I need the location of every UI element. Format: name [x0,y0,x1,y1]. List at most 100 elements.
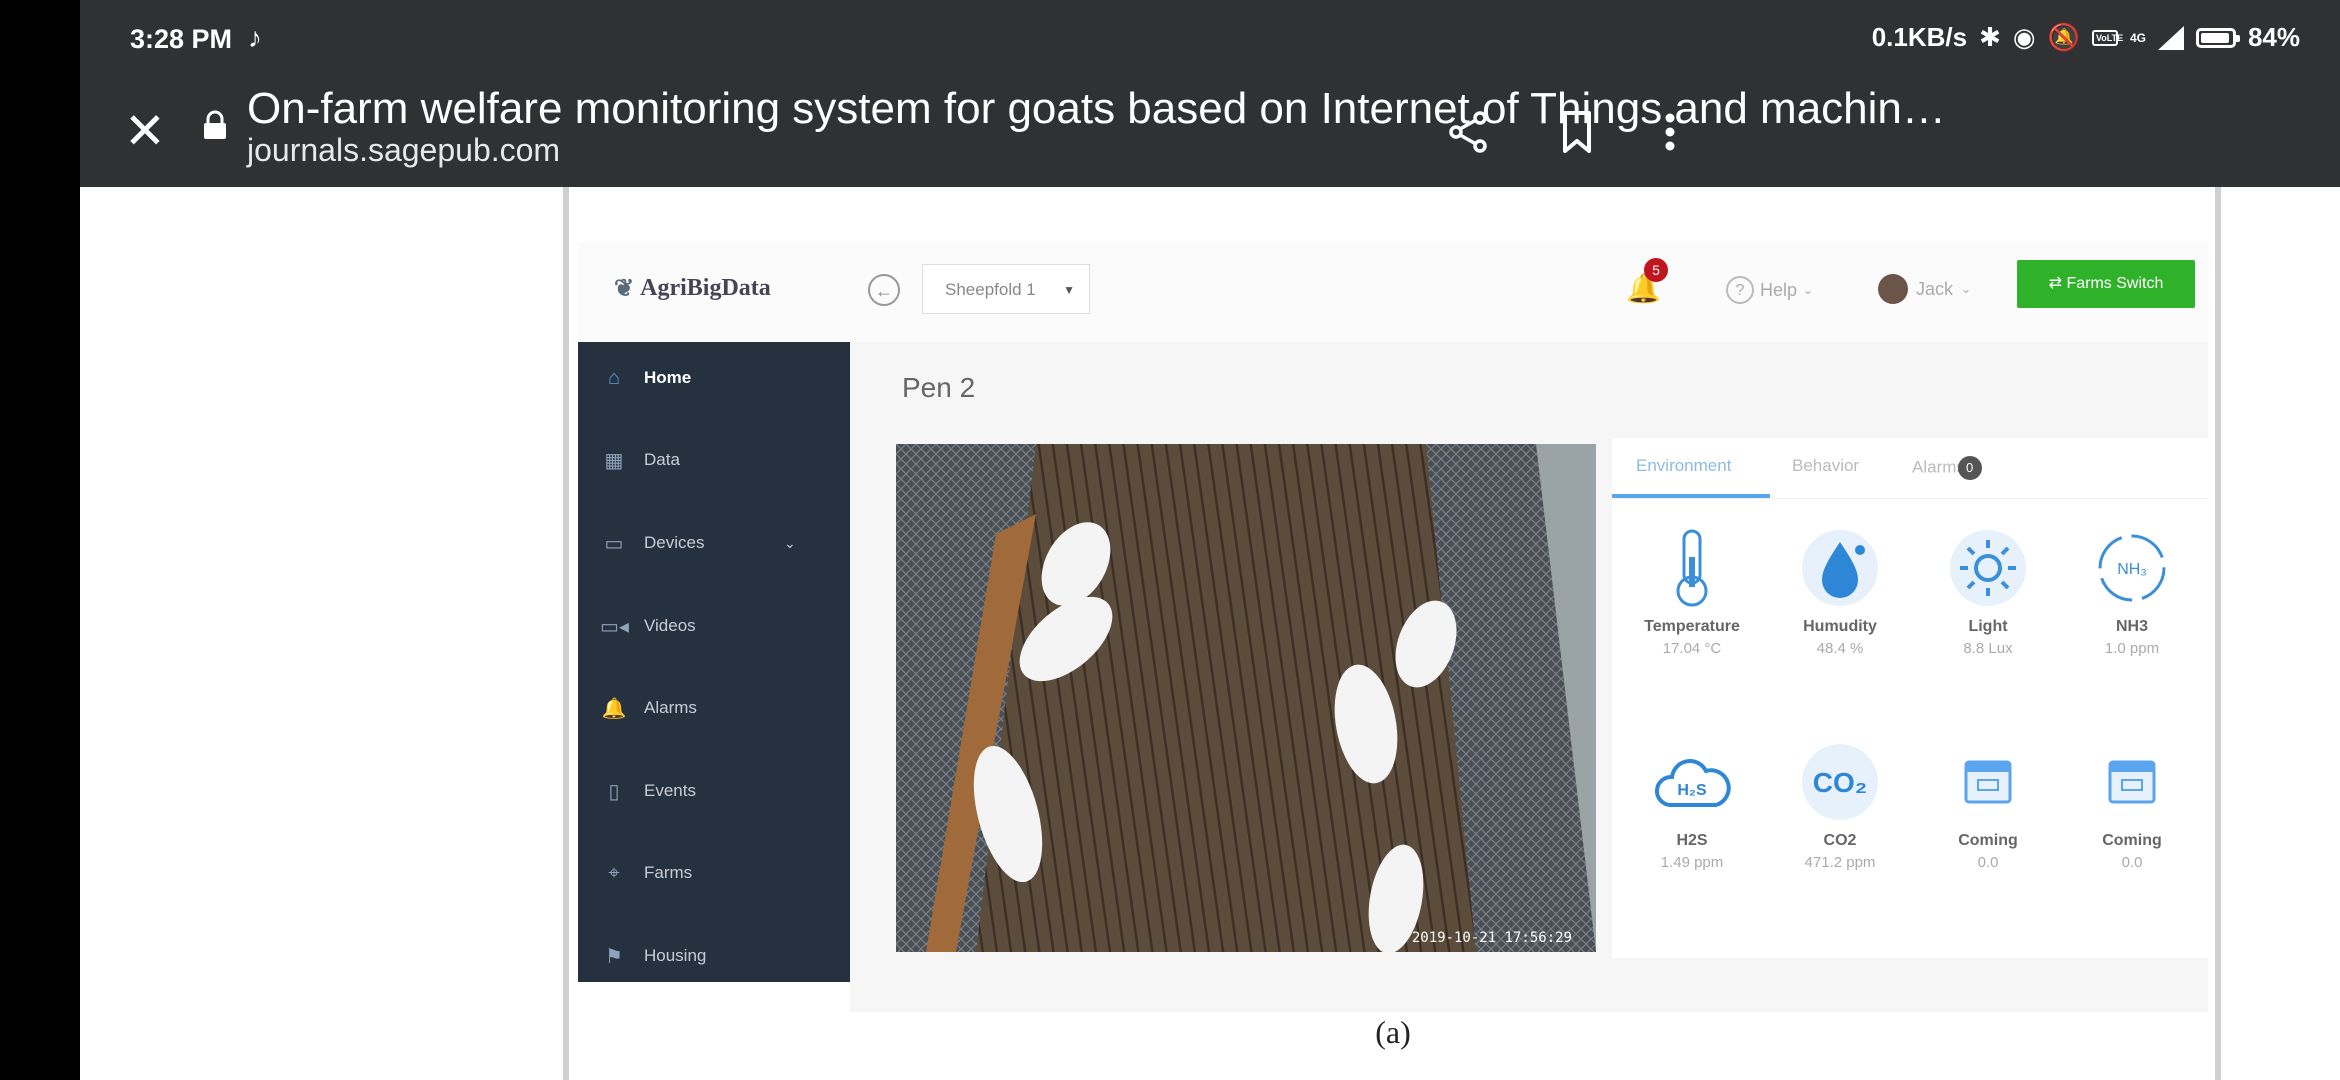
battery-percent: 84% [2247,22,2300,52]
custom-tab-toolbar: ✕ On-farm welfare monitoring system for … [80,80,2340,187]
app-sidebar: ⌂ Home ▦ Data ▭ Devices ⌄ ▭◂ Videos 🔔 Al… [578,342,850,982]
sidebar-item-home: ⌂ Home [578,348,850,408]
bookmark-icon[interactable] [1545,100,1609,164]
sidebar-item-events: ▯ Events [578,761,850,821]
sidebar-item-label: Home [644,368,692,387]
sensor-name: CO2 [1823,832,1857,849]
tab-environment: Environment [1636,456,1732,475]
close-icon[interactable]: ✕ [110,96,180,166]
panel-tabs: Environment Behavior Alarms 0 [1612,438,2208,499]
sidebar-item-data: ▦ Data [578,430,850,490]
battery-icon [2195,27,2240,48]
thermometer-icon [1618,524,1766,612]
sensor-h2s: H₂S H2S 1.49 ppm [1618,738,1766,871]
sensor-name: NH3 [2115,618,2148,635]
chevron-down-icon: ⌄ [1803,283,1814,297]
sensor-value: 17.04 °C [1662,640,1722,657]
svg-text:NH₃: NH₃ [2117,561,2147,578]
sidebar-item-label: Devices [644,533,705,552]
svg-text:H₂S: H₂S [1677,782,1707,799]
sensor-name: Light [1968,618,2008,635]
web-content: ❦ AgriBigData ← Sheepfold 1 ▼ 🔔 5 ? Help… [80,187,2340,1080]
signal-icon [2157,25,2184,50]
notification-badge: 5 [1644,258,1668,282]
phone-screen: 3:28 PM ♪ 0.1KB/s ✱ ◉ 🔕 VoLTE 4G 84% ✕ O… [80,0,2340,1080]
help-label: Help [1760,279,1798,300]
status-time: 3:28 PM [130,24,233,54]
video-icon: ▭◂ [600,615,629,638]
figure-caption: (a) [1375,1014,1411,1050]
sensor-value: 1.0 ppm [2104,640,2160,657]
mute-bell-icon: 🔕 [2047,22,2080,52]
network-speed: 0.1KB/s [1871,22,1968,52]
home-icon: ⌂ [607,366,621,389]
chevron-down-icon: ⌄ [784,534,796,551]
tab-alarms: Alarms 0 [1912,456,1982,480]
sidebar-item-alarms: 🔔 Alarms [578,678,850,738]
devices-icon: ▭ [604,532,624,555]
tiktok-notification-icon: ♪ [248,22,262,53]
more-options-icon[interactable] [1638,100,1702,164]
sidebar-item-videos: ▭◂ Videos [578,596,850,656]
co2-icon: CO₂ [1766,738,1914,826]
sensor-name: Coming [2102,832,2162,849]
data-icon: ▦ [604,449,624,472]
events-icon: ▯ [608,780,620,803]
figure-dashboard-screenshot: ❦ AgriBigData ← Sheepfold 1 ▼ 🔔 5 ? Help… [578,242,2208,1050]
lock-icon [204,110,226,139]
help-menu: ? Help ⌄ [1726,276,1813,304]
volte-icon: VoLTE [2091,29,2123,46]
app-logo: ❦ AgriBigData [614,274,771,303]
tab-alarms-label: Alarms [1912,457,1965,477]
switch-icon: ⇄ [2048,275,2067,292]
sensor-name: Humudity [1803,618,1877,635]
share-icon[interactable] [1437,100,1501,164]
bluetooth-icon: ✱ [1979,22,2001,52]
status-bar: 3:28 PM ♪ 0.1KB/s ✱ ◉ 🔕 VoLTE 4G 84% [80,0,2340,80]
sensor-light: Light 8.8 Lux [1914,524,2062,657]
farm-select-value: Sheepfold 1 [945,280,1036,299]
active-tab-indicator [1612,494,1770,498]
sensor-panel: Environment Behavior Alarms 0 Temperatur… [1612,438,2208,958]
logo-text: AgriBigData [640,275,771,301]
farm-select: Sheepfold 1 ▼ [922,264,1090,314]
page-url[interactable]: journals.sagepub.com [247,132,560,169]
camera-feed-image: 2019-10-21 17:56:29 [896,444,1596,952]
caret-down-icon: ▼ [1063,283,1075,297]
network-type: 4G [2129,30,2146,45]
sensor-co2: CO₂ CO2 471.2 ppm [1766,738,1914,871]
sidebar-item-housing: ⚑ Housing [578,926,850,986]
page-title[interactable]: On-farm welfare monitoring system for go… [247,84,2107,134]
leaf-icon: ❦ [614,276,635,302]
status-right-group: 0.1KB/s ✱ ◉ 🔕 VoLTE 4G 84% [1872,22,2300,53]
nh3-icon: NH₃ [2058,524,2206,612]
toggle-icon: ◉ [2012,22,2036,52]
device-box-icon [2058,738,2206,826]
sidebar-item-farms: ⌖ Farms [578,843,850,903]
sensor-name: H2S [1676,832,1708,849]
pen-title: Pen 2 [902,372,976,403]
sidebar-item-label: Farms [644,863,693,882]
sidebar-item-label: Alarms [644,698,697,717]
sensor-value: 48.4 % [1816,640,1864,657]
sensor-value: 471.2 ppm [1804,854,1876,871]
camera-timestamp: 2019-10-21 17:56:29 [1411,930,1572,946]
farm-switch-button: ⇄ Farms Switch [2017,260,2195,308]
sidebar-item-label: Videos [644,616,696,635]
sidebar-item-devices: ▭ Devices ⌄ [578,513,850,573]
sensor-nh3: NH₃ NH3 1.0 ppm [2058,524,2206,657]
alarm-count-badge: 0 [1957,456,1982,480]
back-icon: ← [868,274,900,306]
sensor-temperature: Temperature 17.04 °C [1618,524,1766,657]
sidebar-item-label: Data [644,450,680,469]
sensor-value: 0.0 [2121,854,2143,871]
device-box-icon [1914,738,2062,826]
light-icon [1914,524,2062,612]
sensor-value: 1.49 ppm [1660,854,1724,871]
sensor-value: 0.0 [1977,854,1999,871]
flag-icon: ⚑ [605,945,623,968]
sensor-coming-1: Coming 0.0 [1914,738,2062,871]
bell-icon: 🔔 [601,697,627,720]
sensor-value: 8.8 Lux [1963,640,2013,657]
humidity-icon [1766,524,1914,612]
